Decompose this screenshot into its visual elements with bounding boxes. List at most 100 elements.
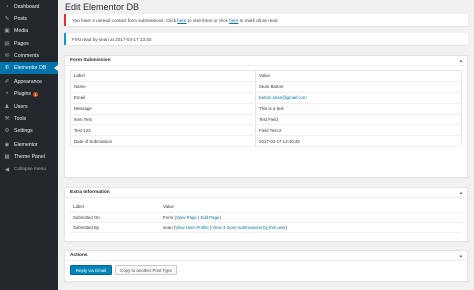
submitted-by-value: sean (View User Profile | View 3 more su… — [160, 222, 462, 234]
row-value: Test Field — [255, 114, 462, 126]
theme-panel-icon: ▦ — [4, 154, 10, 161]
sidebar-item-users[interactable]: ♟ Users — [0, 101, 58, 113]
table-row: Date of Submission 2017-04-17 13:40:45 — [70, 135, 462, 148]
sidebar-item-label: Appearance — [14, 79, 42, 86]
submitted-by-label: Submitted By — [70, 222, 160, 234]
row-label: Item Test — [70, 114, 256, 126]
brush-icon: ✐ — [4, 79, 10, 86]
submitted-on-label: Submitted On — [70, 212, 160, 224]
main-content: Edit Elementor DB You have 2 unread cont… — [58, 0, 474, 290]
row-label: Date of Submission — [70, 135, 256, 148]
collapse-icon: ◀ — [4, 166, 10, 173]
close-paren: ) — [219, 214, 221, 220]
unread-text-end: to mark all as read — [238, 17, 278, 23]
unread-notice: You have 2 unread contact form submissio… — [64, 14, 468, 26]
table-row: Submitted On Form (View Page | Edit Page… — [70, 212, 462, 224]
sidebar-item-posts[interactable]: ✎ Posts — [0, 13, 58, 25]
extra-information-title: Extra Information — [70, 190, 110, 195]
sidebar-item-elementor-db[interactable]: ✆ Elementor DB — [0, 61, 58, 75]
actions-header[interactable]: Actions ▲ — [65, 251, 467, 261]
form-submission-header[interactable]: Form Submission ▲ — [65, 56, 467, 66]
dashboard-icon: ◔ — [5, 4, 9, 11]
sidebar-item-theme-panel[interactable]: ▦ Theme Panel — [0, 151, 58, 163]
row-label: Email — [70, 92, 256, 104]
chat-icon: ✆ — [4, 65, 10, 72]
row-label: Test 123 — [70, 124, 256, 137]
sidebar-item-media[interactable]: ▣ Media — [0, 25, 58, 37]
edit-page-link[interactable]: Edit Page — [200, 215, 219, 220]
settings-icon: ⚙ — [4, 127, 10, 134]
label-column-header: Label — [70, 70, 256, 82]
row-value: Sean Barton — [255, 81, 462, 93]
sidebar-item-settings[interactable]: ⚙ Settings — [0, 125, 58, 137]
row-value: Field Test 2 — [255, 124, 462, 137]
submission-table: Label Value Name Sean Barton Email barto… — [70, 70, 462, 148]
table-header-row: Label Value — [70, 70, 462, 82]
label-column-header: Label — [70, 202, 160, 213]
collapse-caret-icon[interactable]: ▲ — [459, 253, 463, 258]
unread-text-start: You have 2 unread contact form submissio… — [72, 17, 178, 23]
collapse-caret-icon[interactable]: ▲ — [459, 190, 463, 195]
row-label: Message — [70, 103, 256, 115]
row-value: This is a test — [255, 103, 462, 115]
sidebar-item-label: Settings — [14, 127, 33, 134]
sidebar-item-label: Dashboard — [14, 4, 40, 11]
sidebar-item-label: Posts — [14, 16, 27, 23]
reply-via-email-button[interactable]: Reply via Email — [70, 265, 112, 275]
row-value: 2017-04-17 13:40:45 — [255, 135, 462, 148]
pages-icon: ▤ — [4, 40, 10, 47]
sidebar-item-dashboard[interactable]: ◔ Dashboard — [0, 1, 58, 13]
pin-icon: ✎ — [4, 16, 10, 23]
close-paren: ) — [285, 225, 288, 231]
more-submissions-link[interactable]: View 3 more submissions by this user — [212, 225, 285, 230]
value-column-header: Value — [255, 70, 462, 82]
sidebar-item-label: Collapse menu — [14, 167, 46, 173]
plugin-icon: ⚡ — [5, 91, 9, 98]
sidebar-item-label: Pages — [14, 40, 29, 47]
admin-sidebar: ◔ Dashboard ✎ Posts ▣ Media ▤ Pages ✉ Comments ✆ El… — [0, 0, 58, 290]
extra-info-table: Label Value Submitted On Form (View Page… — [70, 202, 462, 234]
table-row: Email barton.sean@gmail.com — [70, 92, 462, 104]
sidebar-item-plugins[interactable]: ⚡ Plugins 1 — [0, 88, 58, 100]
value-column-header: Value — [160, 202, 462, 213]
row-label: Name — [70, 81, 256, 93]
users-icon: ♟ — [4, 103, 10, 110]
sidebar-item-comments[interactable]: ✉ Comments — [0, 50, 58, 62]
first-read-notice: First read by sean at 2017-04-17 13:40 — [64, 33, 468, 45]
table-header-row: Label Value — [70, 202, 462, 213]
tools-icon: ⚒ — [4, 115, 10, 122]
sidebar-item-tools[interactable]: ⚒ Tools — [0, 113, 58, 125]
extra-information-header[interactable]: Extra Information ▲ — [65, 188, 467, 198]
sidebar-item-label: Tools — [14, 115, 27, 122]
sidebar-item-label: Elementor DB — [14, 65, 47, 72]
media-icon: ▣ — [4, 28, 10, 35]
actions-box: Actions ▲ Reply via Email Copy to anothe… — [64, 250, 468, 282]
form-submission-title: Form Submission — [70, 58, 111, 63]
sidebar-item-label: Media — [14, 28, 29, 35]
sidebar-item-label: Comments — [14, 52, 40, 59]
elementor-icon: ◉ — [4, 142, 10, 149]
sidebar-item-label: Theme Panel — [14, 154, 45, 161]
sidebar-item-elementor[interactable]: ◉ Elementor — [0, 139, 58, 151]
unread-text-mid: to visit them or click — [186, 17, 230, 23]
copy-post-type-button[interactable]: Copy to another Post Type — [115, 265, 177, 275]
sidebar-item-label: Plugins — [14, 91, 32, 98]
sidebar-item-pages[interactable]: ▤ Pages — [0, 38, 58, 50]
mark-all-read-link[interactable]: here — [229, 18, 238, 23]
form-text: Form ( — [163, 214, 176, 220]
sidebar-item-appearance[interactable]: ✐ Appearance — [0, 76, 58, 88]
view-page-link[interactable]: View Page — [176, 215, 197, 220]
collapse-menu-button[interactable]: ◀ Collapse menu — [0, 163, 58, 175]
update-count-badge: 1 — [33, 91, 39, 97]
first-read-text: First read by sean at 2017-04-17 13:40 — [72, 36, 152, 42]
table-row: Message This is a test — [70, 103, 462, 115]
collapse-caret-icon[interactable]: ▲ — [459, 58, 463, 63]
page-title: Edit Elementor DB — [65, 2, 140, 12]
email-link[interactable]: barton.sean@gmail.com — [259, 95, 307, 100]
extra-information-box: Extra Information ▲ Label Value Submitte… — [64, 187, 468, 242]
user-text: sean ( — [163, 225, 176, 231]
form-submission-box: Form Submission ▲ Label Value Name Sean … — [64, 55, 468, 178]
view-user-profile-link[interactable]: View User Profile — [175, 225, 209, 230]
table-row: Test 123 Field Test 2 — [70, 124, 462, 137]
visit-unread-link[interactable]: here — [177, 18, 186, 23]
